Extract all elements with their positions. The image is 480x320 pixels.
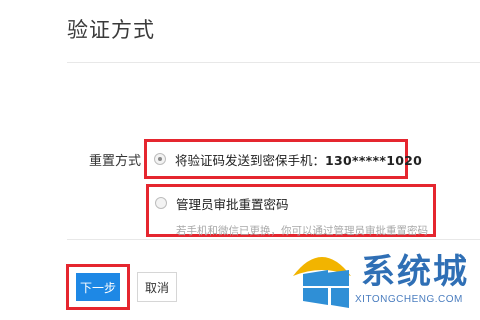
reset-method-label: 重置方式	[89, 154, 142, 169]
next-button[interactable]: 下一步	[76, 273, 120, 301]
cancel-button[interactable]: 取消	[137, 272, 177, 302]
option-admin-label: 管理员审批重置密码	[176, 197, 289, 212]
option-admin-approval[interactable]: 管理员审批重置密码 若手机和微信已更换，你可以通过管理员审批重置密码	[146, 184, 436, 237]
option-sms-verification[interactable]: 将验证码发送到密保手机：130*****1020	[144, 139, 422, 179]
next-button-highlight: 下一步	[66, 264, 130, 310]
option-admin-hint: 若手机和微信已更换，你可以通过管理员审批重置密码	[176, 225, 428, 237]
site-watermark: 系统城 XITONGCHENG.COM	[285, 238, 480, 320]
page-title: 验证方式	[67, 18, 155, 42]
watermark-name: 系统城	[361, 252, 469, 292]
radio-sms[interactable]	[154, 153, 166, 165]
watermark-domain: XITONGCHENG.COM	[355, 294, 463, 305]
phone-number: 130*****1020	[325, 152, 423, 168]
windows-logo-icon	[293, 257, 351, 308]
option-sms-label: 将验证码发送到密保手机：130*****1020	[175, 152, 423, 168]
radio-admin[interactable]	[155, 197, 167, 209]
header-divider	[67, 62, 480, 63]
